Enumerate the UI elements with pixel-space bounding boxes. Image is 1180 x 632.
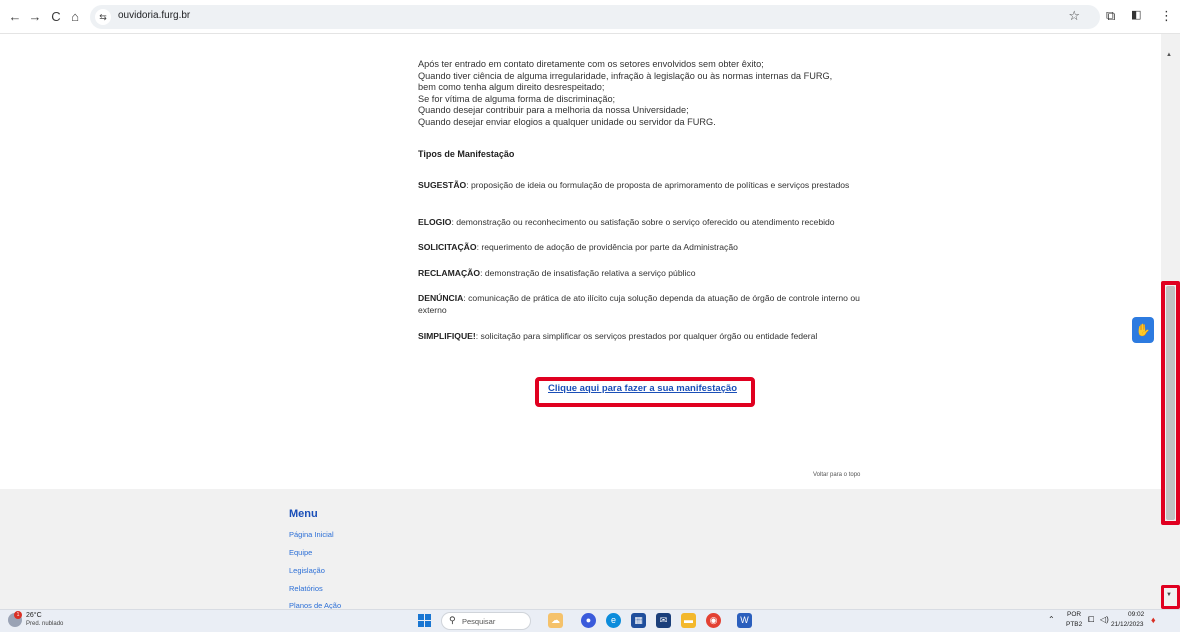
back-button[interactable]: ← [6,8,24,26]
tray-language-line1[interactable]: POR [1067,611,1081,618]
page-content: Após ter entrado em contato diretamente … [0,34,1161,609]
taskbar-search-input[interactable]: ⚲ Pesquisar [441,612,531,630]
tipo-solicitacao: SOLICITAÇÃO: requerimento de adoção de p… [418,242,738,252]
taskbar-search-placeholder: Pesquisar [462,617,496,626]
tray-network-icon[interactable]: ⧠ [1088,615,1094,625]
reload-button[interactable]: C [47,8,65,26]
site-info-icon[interactable]: ⇆ [95,9,111,25]
tipo-simplifique: SIMPLIFIQUE!: solicitação para simplific… [418,331,818,341]
taskbar-widgets-icon[interactable]: ☁ [548,613,563,628]
tipo-elogio: ELOGIO: demonstração ou reconhecimento o… [418,217,835,227]
weather-temp: 26°C [26,612,42,619]
scroll-down-icon[interactable]: ▼ [1166,592,1172,598]
taskbar-chat-icon[interactable]: ● [581,613,596,628]
tray-notification-bell-icon[interactable]: ♦ [1151,615,1156,625]
address-bar[interactable]: ⇆ ouvidoria.furg.br ☆ [90,5,1100,29]
manifestacao-link[interactable]: Clique aqui para fazer a sua manifestaçã… [548,383,737,394]
tipos-heading: Tipos de Manifestação [418,149,515,159]
bookmark-star-icon[interactable]: ☆ [1068,8,1080,24]
weather-desc: Pred. nublado [26,621,64,627]
windows-start-icon[interactable] [418,614,432,628]
scroll-up-icon[interactable]: ▲ [1166,52,1172,58]
taskbar-file-explorer-icon[interactable]: ▬ [681,613,696,628]
footer-link-legislacao[interactable]: Legislação [289,566,325,575]
tray-volume-icon[interactable]: ◁) [1100,615,1109,624]
footer-link-planos-de-acao[interactable]: Planos de Ação [289,601,341,609]
footer: Menu Página Inicial Equipe Legislação Re… [0,489,1161,609]
url-text: ouvidoria.furg.br [118,10,191,21]
footer-link-pagina-inicial[interactable]: Página Inicial [289,530,334,539]
forward-button[interactable]: → [26,8,44,26]
footer-link-equipe[interactable]: Equipe [289,548,312,557]
tipo-sugestao: SUGESTÃO: proposição de ideia ou formula… [418,180,850,190]
taskbar-edge-icon[interactable]: e [606,613,621,628]
home-button[interactable]: ⌂ [66,8,84,26]
tipo-reclamacao: RECLAMAÇÃO: demonstração de insatisfação… [418,268,696,278]
menu-kebab-icon[interactable]: ⋮ [1160,8,1173,24]
taskbar-chrome-icon[interactable]: ◉ [706,613,721,628]
page-scrollbar[interactable]: ▲ ▼ [1161,34,1180,609]
footer-menu-title: Menu [289,508,318,520]
weather-badge: 1 [14,611,22,619]
tray-chevron-up-icon[interactable]: ⌃ [1048,615,1055,624]
intro-text: Após ter entrado em contato diretamente … [418,59,833,127]
taskbar-mail-icon[interactable]: ✉ [656,613,671,628]
vlibras-accessibility-icon[interactable]: ✋ [1132,317,1154,343]
taskbar-store-icon[interactable]: ▦ [631,613,646,628]
tray-time[interactable]: 09:02 [1128,611,1144,618]
back-to-top-link[interactable]: Voltar para o topo [813,472,860,478]
tray-date[interactable]: 21/12/2023 [1111,621,1144,628]
tray-language-line2[interactable]: PTB2 [1066,621,1082,628]
windows-taskbar: 1 26°C Pred. nublado ⚲ Pesquisar ☁ ● e ▦… [0,609,1180,632]
side-panel-icon[interactable]: ◧ [1131,8,1141,21]
browser-toolbar: ← → C ⌂ ⇆ ouvidoria.furg.br ☆ ⧉ ◧ ⋮ [0,0,1180,34]
search-icon: ⚲ [449,615,456,625]
footer-link-relatorios[interactable]: Relatórios [289,584,323,593]
taskbar-word-icon[interactable]: W [737,613,752,628]
tipo-denuncia: DENÚNCIA: comunicação de prática de ato … [418,293,860,315]
scrollbar-thumb[interactable] [1166,286,1175,520]
extensions-icon[interactable]: ⧉ [1106,8,1115,24]
